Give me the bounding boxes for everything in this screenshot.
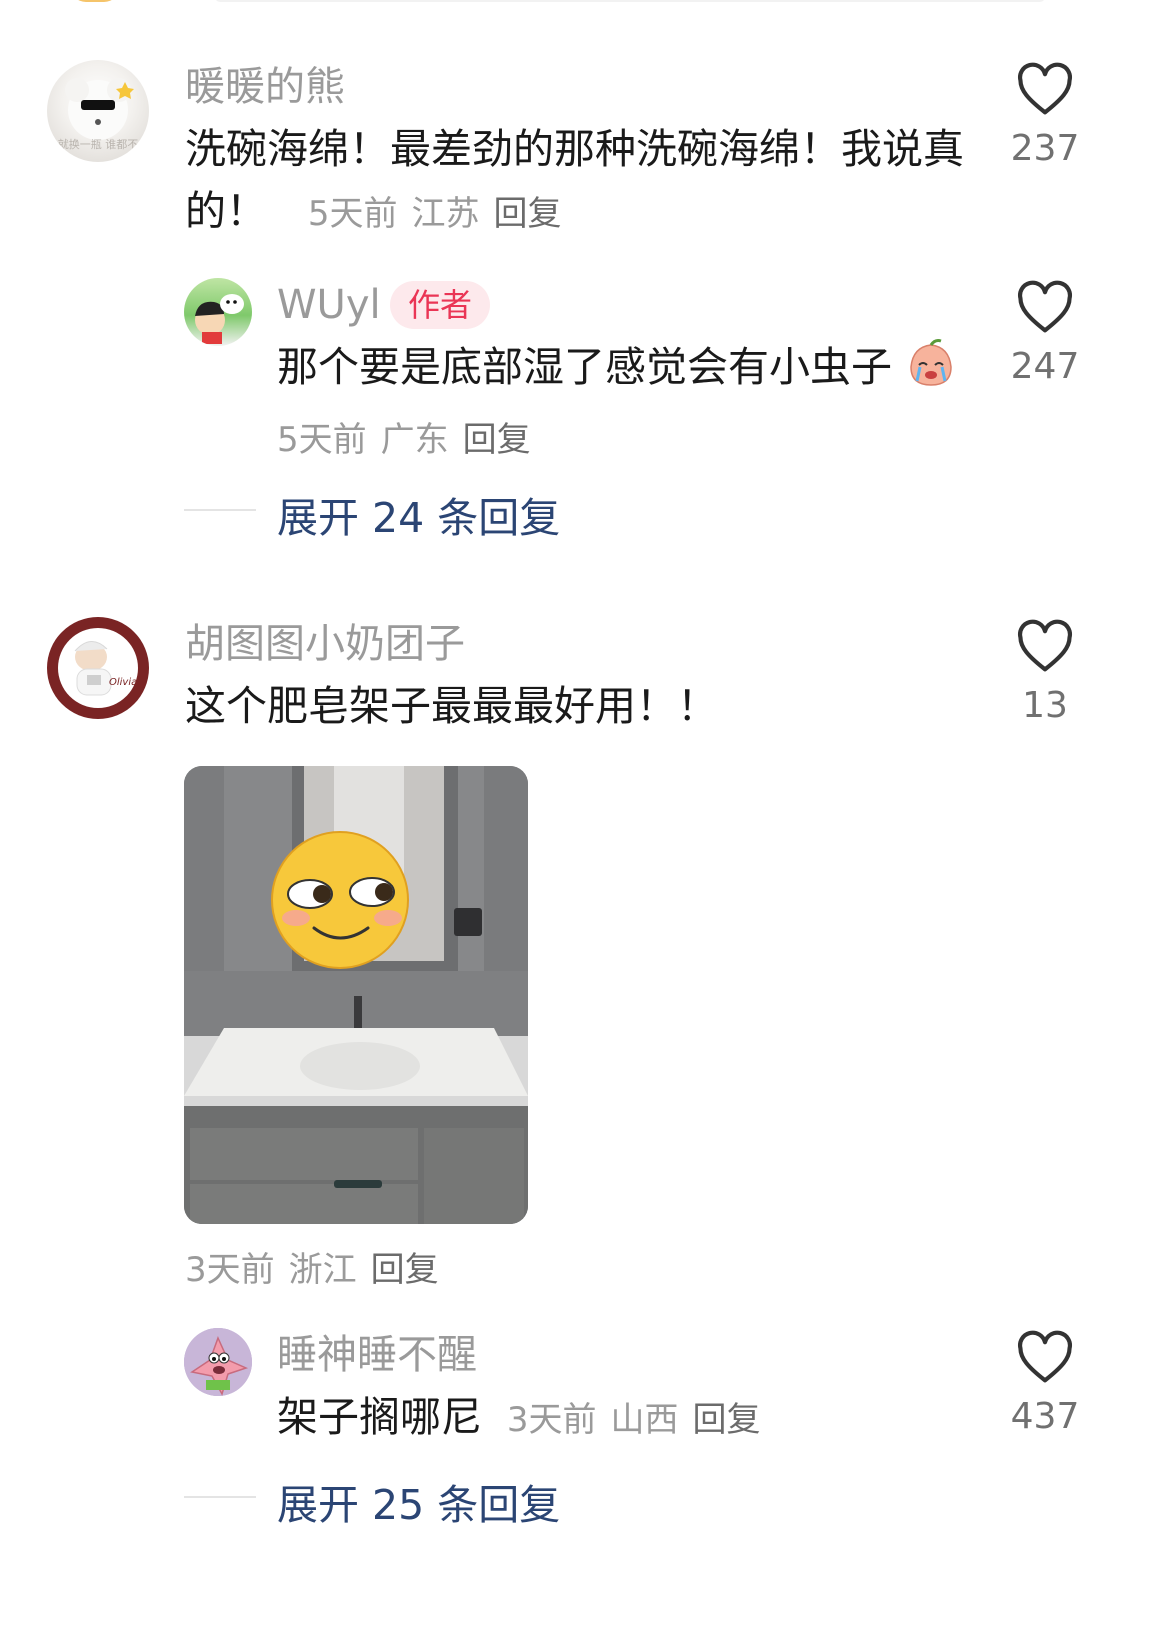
like-button[interactable]	[1015, 62, 1075, 120]
reply-button[interactable]: 回复	[463, 420, 531, 460]
reply-time: 5天前	[277, 420, 367, 460]
expand-divider	[184, 1496, 256, 1498]
avatar-caption: 就换一瓶 谁都不	[57, 138, 139, 151]
comment-location: 江苏	[411, 194, 480, 234]
like-button[interactable]	[1015, 1330, 1075, 1388]
comment-text: 这个肥皂架子最最最好用！！	[185, 682, 718, 730]
avatar[interactable]	[184, 1328, 252, 1396]
heart-icon	[1018, 1330, 1072, 1383]
reply-username[interactable]: 睡神睡不醒	[277, 1331, 477, 1379]
reply-time: 3天前	[506, 1400, 597, 1440]
like-count: 247	[1010, 346, 1080, 387]
like-button[interactable]	[1015, 280, 1075, 338]
reply-button[interactable]: 回复	[371, 1250, 439, 1290]
heart-icon	[1018, 280, 1072, 333]
cartoon-boy-icon	[195, 294, 244, 344]
comment-meta: 5天前 江苏 回复	[297, 194, 575, 234]
comment-username[interactable]: 胡图图小奶团子	[185, 620, 465, 668]
like-count: 437	[1010, 1396, 1080, 1437]
expand-replies-button[interactable]: 展开 24 条回复	[277, 484, 560, 544]
reply-meta: 3天前 山西 回复	[496, 1400, 774, 1440]
reply-button[interactable]: 回复	[692, 1400, 760, 1440]
cartoon-starfish-icon	[184, 1328, 252, 1396]
avatar[interactable]: 就换一瓶 谁都不	[47, 60, 149, 162]
reply-username[interactable]: WUyl	[277, 281, 381, 329]
reply-button[interactable]: 回复	[493, 194, 561, 234]
crying-peach-emoji-icon	[910, 339, 952, 386]
bathroom-photo	[184, 766, 528, 1224]
comment-image[interactable]	[184, 766, 528, 1224]
heart-icon	[1018, 619, 1072, 672]
like-count: 237	[1010, 128, 1080, 169]
expand-replies-button[interactable]: 展开 25 条回复	[277, 1471, 560, 1531]
reply-location: 广东	[380, 420, 449, 460]
reply-text-content: 那个要是底部湿了感觉会有小虫子	[277, 343, 892, 391]
reply-text: 架子搁哪尼 3天前 山西 回复	[277, 1386, 774, 1451]
comment-location: 浙江	[288, 1250, 357, 1290]
reply-location: 山西	[610, 1400, 679, 1440]
comment-meta: 3天前 浙江 回复	[185, 1242, 453, 1291]
top-partial-avatar	[70, 0, 120, 2]
like-count: 13	[1022, 685, 1068, 726]
comment-time: 3天前	[185, 1250, 275, 1290]
baby-avatar-icon	[58, 628, 138, 708]
top-partial-divider	[215, 0, 1045, 2]
comment-text: 洗碗海绵！最差劲的那种洗碗海绵！我说真的！ 5天前 江苏 回复	[185, 118, 985, 245]
avatar[interactable]: Olivia	[47, 617, 149, 719]
avatar-caption: Olivia	[109, 677, 138, 688]
heart-icon	[1018, 62, 1072, 115]
reply-meta: 5天前 广东 回复	[277, 412, 545, 461]
author-badge: 作者	[390, 281, 491, 329]
like-button[interactable]	[1015, 619, 1075, 677]
comment-username[interactable]: 暖暖的熊	[185, 63, 345, 111]
comment-time: 5天前	[307, 194, 398, 234]
expand-divider	[184, 509, 256, 511]
avatar[interactable]	[184, 278, 252, 346]
reply-text-content: 架子搁哪尼	[277, 1393, 482, 1441]
reply-text: 那个要是底部湿了感觉会有小虫子	[277, 336, 957, 398]
